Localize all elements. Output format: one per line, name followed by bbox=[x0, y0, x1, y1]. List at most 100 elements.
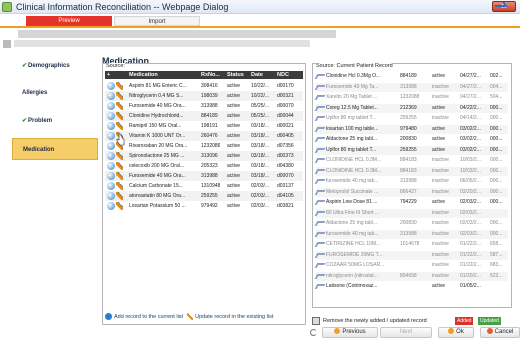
add-row-icon[interactable] bbox=[107, 182, 115, 190]
col-date[interactable]: Date bbox=[251, 71, 263, 79]
table-row[interactable]: atorvastatin 80 MG Ora... 259255 active 02/… bbox=[105, 191, 303, 201]
sidebar-item-demographics[interactable]: ✔Demographics bbox=[12, 55, 98, 77]
cell-date: 01/20/2... bbox=[460, 272, 481, 279]
current-record-row[interactable]: Latisone (Cotrimoxaz... active 01/05/2... bbox=[314, 282, 508, 291]
current-record-row[interactable]: Furosemide 40 Mg Ta... 313988 inactive 04/2… bbox=[314, 82, 508, 92]
current-record-row[interactable]: furosemide 40 mg tab... 313988 inactive 02/… bbox=[314, 229, 508, 239]
table-row[interactable]: Nitroglycerin 0.4 MG S... 198039 active 10/… bbox=[105, 91, 303, 101]
table-row[interactable]: Losartan Potassium 50 ... 979492 active 02/… bbox=[105, 201, 303, 211]
sidebar-item-allergies[interactable]: Allergies bbox=[12, 82, 98, 104]
edit-row-icon[interactable] bbox=[116, 162, 123, 170]
add-row-icon[interactable] bbox=[107, 132, 115, 140]
cell-status: inactive bbox=[432, 230, 449, 237]
edit-row-icon[interactable] bbox=[116, 172, 123, 180]
cell-rxno: 313988 bbox=[400, 230, 417, 237]
current-record-row[interactable]: Aspirin Low Dose 81 ... 794229 active 02/03… bbox=[314, 198, 508, 207]
legend: Remove the newly added / updated record … bbox=[312, 316, 512, 326]
cell-status: inactive bbox=[432, 209, 449, 216]
add-row-icon[interactable] bbox=[107, 82, 115, 90]
cell-rxno: 884189 bbox=[201, 113, 218, 119]
edit-row-icon[interactable] bbox=[116, 182, 123, 190]
cell-date: 04/22/2... bbox=[460, 104, 481, 111]
edit-row-icon[interactable] bbox=[116, 122, 123, 130]
sidebar-item-problem[interactable]: ✔Problem bbox=[12, 110, 98, 132]
table-row[interactable]: Spironolactone 25 MG ... 313096 active 03/1… bbox=[105, 151, 303, 161]
tab-import[interactable]: Import bbox=[114, 16, 200, 26]
cell-ndc: d04105 bbox=[277, 193, 294, 199]
current-record-row[interactable]: Aldactone 25 mg tabl... 200830 active 03/02… bbox=[314, 135, 508, 144]
cell-medication: Latisone (Cotrimoxaz... bbox=[326, 283, 378, 289]
current-record-row[interactable]: furosemide 40 mg tab... 313988 inactive 06/… bbox=[314, 177, 508, 186]
cell-date: 03/02/2... bbox=[460, 125, 481, 132]
add-row-icon[interactable] bbox=[107, 172, 115, 180]
table-row[interactable]: Furosemide 40 MG Ora... 313988 active 03/18… bbox=[105, 171, 303, 181]
current-record-row[interactable]: CLONIDINE HCL 0.3M... 884183 inactive 10/03… bbox=[314, 166, 508, 176]
col-status[interactable]: Status bbox=[227, 71, 244, 79]
current-record-row[interactable]: Metoprolol Succinate ... 866427 inactive 03… bbox=[314, 187, 508, 197]
add-record-hint: Add record to the current list bbox=[114, 314, 184, 320]
current-record-row[interactable]: Xarelto 20 Mg Tablet ... 1232088 inactive 0… bbox=[314, 93, 508, 102]
tab-preview[interactable]: Preview bbox=[26, 16, 112, 26]
table-row[interactable]: Ramipril 150 MG Oral... 198191 active 03/18… bbox=[105, 121, 303, 131]
source-medication-panel: Source: + Medication RxNo... Status Date… bbox=[102, 63, 306, 325]
table-row[interactable]: Calcium Carbonate 15... 1310948 active 02/0… bbox=[105, 181, 303, 191]
edit-row-icon[interactable] bbox=[116, 112, 123, 120]
edit-row-icon[interactable] bbox=[116, 82, 123, 90]
cell-date: 03/18/... bbox=[251, 163, 270, 169]
sidebar-item-medication[interactable]: Medication bbox=[12, 138, 98, 160]
current-record-row[interactable]: CLONIDINE HCL 0.3M... 884183 inactive 10/03… bbox=[314, 156, 508, 165]
current-record-row[interactable]: 80 Ultra Fine III Short ... inactive 02/03… bbox=[314, 208, 508, 218]
cell-status: active bbox=[432, 199, 446, 205]
edit-row-icon[interactable] bbox=[116, 92, 123, 100]
next-button[interactable]: Next bbox=[380, 327, 432, 338]
add-row-icon[interactable] bbox=[107, 202, 115, 210]
cell-rxno: 884183 bbox=[400, 167, 417, 174]
current-record-row[interactable]: COZAAR 50MG LOSAR... inactive 01/22/2... 68… bbox=[314, 261, 508, 270]
col-medication[interactable]: Medication bbox=[129, 71, 158, 79]
table-row[interactable]: Furosemide 40 MG Ora... 313988 active 05/25… bbox=[105, 101, 303, 111]
col-ndc[interactable]: NDC bbox=[277, 71, 289, 79]
remove-record-icon[interactable] bbox=[312, 317, 320, 325]
cell-medication: Aspirin Low Dose 81 ... bbox=[326, 199, 378, 205]
record-arrow-icon bbox=[314, 116, 326, 121]
refresh-icon[interactable] bbox=[310, 329, 317, 336]
cell-rxno: 313988 bbox=[400, 83, 417, 90]
cell-rxno: 1232086 bbox=[201, 143, 221, 149]
add-row-icon[interactable] bbox=[107, 102, 115, 110]
table-row[interactable]: Vitamin K 1000 UNT Or... 260476 active 03/1… bbox=[105, 131, 303, 141]
current-record-row[interactable]: Coreg 12.5 Mg Tablet... 212369 active 04/22… bbox=[314, 103, 508, 113]
current-record-row[interactable]: Aldactone 25 mg tabl... 200830 inactive 02/… bbox=[314, 219, 508, 228]
current-record-row[interactable]: Uplfor 80 mg tablet T... 259255 active 03/0… bbox=[314, 145, 508, 155]
record-arrow-icon bbox=[314, 200, 326, 205]
table-row[interactable]: Clonidine Hydrochlorid... 884189 active 05/… bbox=[105, 111, 303, 121]
edit-row-icon[interactable] bbox=[116, 102, 123, 110]
current-record-row[interactable]: nitroglycerin (nitrostat... 804658 inactiv… bbox=[314, 271, 508, 281]
table-row[interactable]: celecoxib 200 MG Oral... 205323 active 03/1… bbox=[105, 161, 303, 171]
add-row-icon[interactable] bbox=[107, 162, 115, 170]
previous-button[interactable]: Previous bbox=[322, 327, 378, 338]
current-record-row[interactable]: Clonidine Hcl 0.3Mg O... 884189 active 04/2… bbox=[314, 72, 508, 81]
current-record-row[interactable]: CETIRIZINE HCL 10M... 1014678 inactive 01/2… bbox=[314, 240, 508, 249]
current-record-row[interactable]: FUROSEMIDE 20MG T... inactive 01/22/2... 58… bbox=[314, 250, 508, 260]
edit-row-icon[interactable] bbox=[116, 152, 123, 160]
cancel-icon bbox=[486, 328, 493, 335]
cell-rxno: 259255 bbox=[400, 115, 417, 121]
add-row-icon[interactable] bbox=[107, 92, 115, 100]
col-rxno[interactable]: RxNo... bbox=[201, 71, 220, 79]
add-row-icon[interactable] bbox=[107, 192, 115, 200]
add-row-icon[interactable] bbox=[107, 142, 115, 150]
add-row-icon[interactable] bbox=[107, 122, 115, 130]
table-row[interactable]: Aspirin 81 MG Enteric C... 308416 active 10… bbox=[105, 81, 303, 91]
cell-medication: losartan 100 mg table... bbox=[326, 125, 379, 132]
cell-medication: Metoprolol Succinate ... bbox=[326, 188, 379, 195]
add-row-icon[interactable] bbox=[107, 112, 115, 120]
edit-row-icon[interactable] bbox=[116, 192, 123, 200]
table-row[interactable]: Rivaroxaban 20 MG Ora... 1232086 active 03/… bbox=[105, 141, 303, 151]
current-record-row[interactable]: Uplfor 80 mg tablet T... 259255 inactive 04… bbox=[314, 114, 508, 123]
ok-button[interactable]: Ok bbox=[438, 327, 474, 338]
cell-status: inactive bbox=[432, 83, 449, 90]
edit-row-icon[interactable] bbox=[116, 202, 123, 210]
current-record-row[interactable]: losartan 100 mg table... 979480 active 03/0… bbox=[314, 124, 508, 134]
cancel-button[interactable]: Cancel bbox=[480, 327, 520, 338]
add-row-icon[interactable] bbox=[107, 152, 115, 160]
